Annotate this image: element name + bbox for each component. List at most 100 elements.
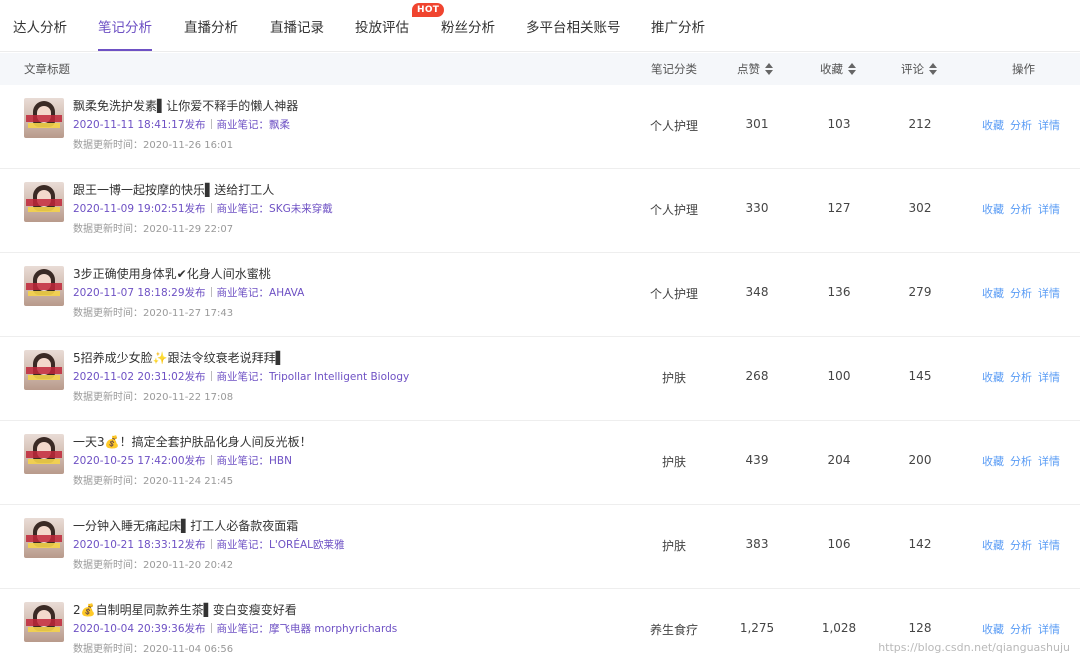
header-favorites[interactable]: 收藏 (820, 61, 856, 77)
header-likes[interactable]: 点赞 (737, 61, 773, 77)
favorite-link[interactable]: 收藏 (982, 371, 1004, 384)
analyze-link[interactable]: 分析 (1010, 287, 1032, 300)
like-count: 330 (745, 201, 769, 215)
note-meta: 2020-11-11 18:41:17发布 商业笔记：飘柔 (73, 117, 290, 132)
divider (210, 203, 212, 213)
update-time: 数据更新时间：2020-11-20 20:42 (73, 560, 234, 571)
note-title[interactable]: 5招养成少女脸✨跟法令纹衰老说拜拜▌ (73, 349, 285, 366)
note-title[interactable]: 飘柔免洗护发素▌让你爱不释手的懒人神器 (73, 97, 298, 114)
favorite-link[interactable]: 收藏 (982, 539, 1004, 552)
detail-link[interactable]: 详情 (1038, 119, 1060, 132)
favorite-count: 136 (827, 285, 851, 299)
analyze-link[interactable]: 分析 (1010, 371, 1032, 384)
note-category: 个人护理 (649, 287, 698, 301)
brand-label[interactable]: 商业笔记：L'ORÉAL欧莱雅 (217, 539, 345, 551)
detail-link[interactable]: 详情 (1038, 287, 1060, 300)
row-actions: 收藏 分析 详情 (982, 621, 1066, 637)
update-time: 数据更新时间：2020-11-29 22:07 (73, 224, 234, 235)
note-category: 养生食疗 (649, 623, 698, 637)
analyze-link[interactable]: 分析 (1010, 119, 1032, 132)
divider (210, 287, 212, 297)
note-thumbnail[interactable] (24, 518, 64, 558)
update-time: 数据更新时间：2020-11-26 16:01 (73, 140, 234, 151)
detail-link[interactable]: 详情 (1038, 455, 1060, 468)
note-title[interactable]: 2💰自制明星同款养生茶▌变白变瘦变好看 (73, 601, 297, 618)
note-title[interactable]: 3步正确使用身体乳✔化身人间水蜜桃 (73, 265, 271, 282)
favorite-link[interactable]: 收藏 (982, 623, 1004, 636)
row-actions: 收藏 分析 详情 (982, 117, 1066, 133)
tab-promotion-analysis[interactable]: 推广分析 (651, 16, 705, 36)
brand-label[interactable]: 商业笔记：Tripollar Intelligent Biology (217, 371, 410, 383)
tab-live-records[interactable]: 直播记录 (270, 16, 324, 36)
detail-link[interactable]: 详情 (1038, 539, 1060, 552)
like-count: 301 (745, 117, 769, 131)
table-row: 3步正确使用身体乳✔化身人间水蜜桃 2020-11-07 18:18:29发布 商业… (0, 253, 1080, 337)
brand-label[interactable]: 商业笔记：摩飞电器 morphyrichards (217, 623, 398, 635)
note-thumbnail[interactable] (24, 266, 64, 306)
note-title[interactable]: 跟王一博一起按摩的快乐▌送给打工人 (73, 181, 274, 198)
divider (210, 539, 212, 549)
tab-note-analysis[interactable]: 笔记分析 (98, 16, 152, 36)
table-header: 文章标题 笔记分类 点赞 收藏 评论 操作 (0, 53, 1080, 85)
analyze-link[interactable]: 分析 (1010, 623, 1032, 636)
comment-count: 279 (908, 285, 932, 299)
publish-time: 2020-10-21 18:33:12发布 (73, 539, 206, 551)
header-category: 笔记分类 (651, 62, 697, 76)
divider (210, 371, 212, 381)
favorite-link[interactable]: 收藏 (982, 119, 1004, 132)
note-category: 个人护理 (649, 119, 698, 133)
sort-icon (929, 62, 937, 75)
favorite-count: 1,028 (821, 621, 857, 635)
header-title: 文章标题 (24, 62, 70, 76)
publish-time: 2020-11-11 18:41:17发布 (73, 119, 206, 131)
tab-ad-evaluation[interactable]: 投放评估 (355, 16, 409, 36)
tab-influencer-analysis[interactable]: 达人分析 (13, 16, 67, 36)
note-title[interactable]: 一天3💰！搞定全套护肤品化身人间反光板！ (73, 433, 312, 450)
detail-link[interactable]: 详情 (1038, 623, 1060, 636)
table-row: 一天3💰！搞定全套护肤品化身人间反光板！ 2020-10-25 17:42:00发… (0, 421, 1080, 505)
note-meta: 2020-11-07 18:18:29发布 商业笔记：AHAVA (73, 285, 304, 300)
analyze-link[interactable]: 分析 (1010, 203, 1032, 216)
detail-link[interactable]: 详情 (1038, 371, 1060, 384)
favorite-count: 204 (827, 453, 851, 467)
favorite-link[interactable]: 收藏 (982, 287, 1004, 300)
favorite-link[interactable]: 收藏 (982, 455, 1004, 468)
brand-label[interactable]: 商业笔记：SKG未来穿戴 (217, 203, 333, 215)
analyze-link[interactable]: 分析 (1010, 455, 1032, 468)
brand-label[interactable]: 商业笔记：HBN (217, 455, 292, 467)
note-meta: 2020-10-04 20:39:36发布 商业笔记：摩飞电器 morphyric… (73, 621, 397, 636)
row-actions: 收藏 分析 详情 (982, 453, 1066, 469)
note-title[interactable]: 一分钟入睡无痛起床▌打工人必备款夜面霜 (73, 517, 298, 534)
row-actions: 收藏 分析 详情 (982, 285, 1066, 301)
update-time: 数据更新时间：2020-11-22 17:08 (73, 392, 234, 403)
like-count: 268 (745, 369, 769, 383)
like-count: 383 (745, 537, 769, 551)
table-row: 飘柔免洗护发素▌让你爱不释手的懒人神器 2020-11-11 18:41:17发布… (0, 85, 1080, 169)
note-category: 个人护理 (649, 203, 698, 217)
like-count: 348 (745, 285, 769, 299)
tab-live-analysis[interactable]: 直播分析 (184, 16, 238, 36)
detail-link[interactable]: 详情 (1038, 203, 1060, 216)
tab-fan-analysis[interactable]: 粉丝分析 (441, 16, 495, 36)
analysis-tab-bar: 达人分析 笔记分析 直播分析 直播记录 投放评估 粉丝分析 多平台相关账号 推广… (0, 0, 1080, 52)
brand-label[interactable]: 商业笔记：AHAVA (217, 287, 305, 299)
tab-multiplatform-accounts[interactable]: 多平台相关账号 (526, 16, 621, 36)
favorite-link[interactable]: 收藏 (982, 203, 1004, 216)
divider (210, 119, 212, 129)
comment-count: 200 (908, 453, 932, 467)
sort-icon (848, 62, 856, 75)
note-thumbnail[interactable] (24, 182, 64, 222)
note-thumbnail[interactable] (24, 98, 64, 138)
note-thumbnail[interactable] (24, 350, 64, 390)
note-meta: 2020-11-09 19:02:51发布 商业笔记：SKG未来穿戴 (73, 201, 333, 216)
note-category: 护肤 (661, 455, 686, 469)
header-comments[interactable]: 评论 (901, 61, 937, 77)
analyze-link[interactable]: 分析 (1010, 539, 1032, 552)
publish-time: 2020-10-04 20:39:36发布 (73, 623, 206, 635)
favorite-count: 100 (827, 369, 851, 383)
note-thumbnail[interactable] (24, 434, 64, 474)
divider (210, 455, 212, 465)
brand-label[interactable]: 商业笔记：飘柔 (217, 119, 291, 131)
update-time: 数据更新时间：2020-11-04 06:56 (73, 644, 234, 655)
note-thumbnail[interactable] (24, 602, 64, 642)
